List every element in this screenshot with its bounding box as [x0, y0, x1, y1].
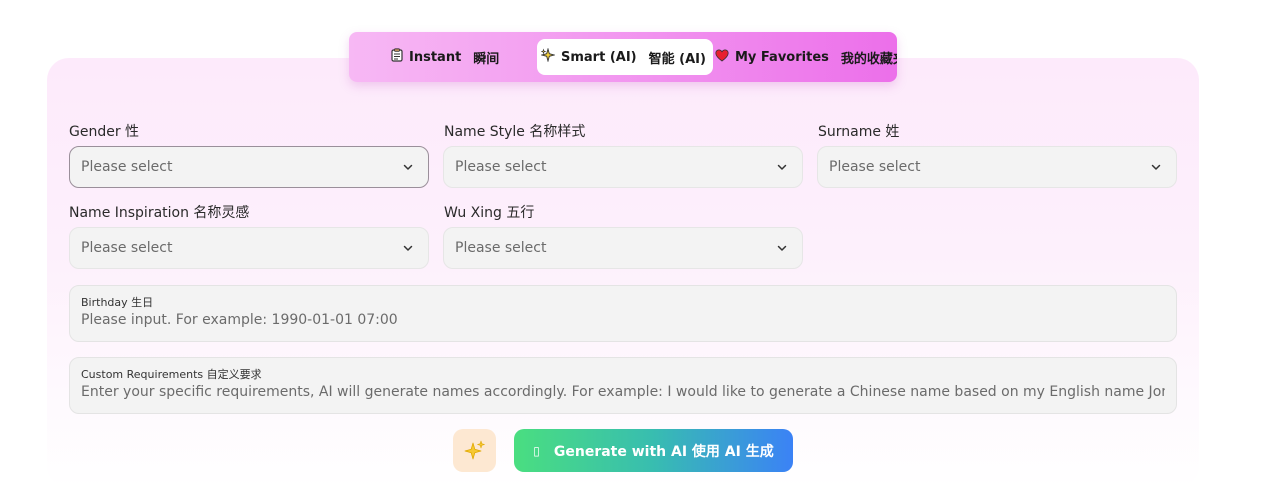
birthday-placeholder: Please input. For example: 1990-01-01 07…	[81, 312, 398, 328]
name-style-select[interactable]: Please select	[443, 146, 803, 188]
custom-requirements-label: Custom Requirements 自定义要求	[81, 368, 262, 381]
tab-smart[interactable]: Smart (AI) 智能 (AI)	[537, 39, 713, 75]
chevron-down-icon	[777, 245, 787, 251]
name-inspiration-select-value: Please select	[81, 240, 173, 256]
chevron-down-icon	[777, 164, 787, 170]
name-inspiration-select[interactable]: Please select	[69, 227, 429, 269]
name-inspiration-label: Name Inspiration 名称灵感	[69, 205, 250, 221]
tab-favorites[interactable]: My Favorites 我的收藏夹	[715, 39, 897, 75]
surname-select-value: Please select	[829, 159, 921, 175]
generate-button-label: Generate with AI 使用 AI 生成	[553, 443, 774, 460]
generator-card	[47, 58, 1199, 488]
gender-select[interactable]: Please select	[69, 146, 429, 188]
sparkle-icon	[540, 47, 556, 66]
tab-instant[interactable]: Instant 瞬间	[391, 39, 499, 75]
name-style-label: Name Style 名称样式	[444, 124, 586, 140]
generate-icon: ▯	[533, 443, 540, 458]
chevron-down-icon	[1151, 164, 1161, 170]
birthday-label: Birthday 生日	[81, 296, 154, 309]
gender-label: Gender 性	[69, 124, 140, 140]
sparkles-icon	[464, 440, 485, 459]
birthday-input[interactable]: Birthday 生日 Please input. For example: 1…	[69, 285, 1177, 342]
wu-xing-select[interactable]: Please select	[443, 227, 803, 269]
sparkles-button[interactable]	[453, 429, 496, 472]
generate-with-ai-button[interactable]: ▯ Generate with AI 使用 AI 生成	[514, 429, 793, 472]
tab-smart-label: Smart (AI)	[561, 49, 637, 65]
custom-requirements-placeholder: Enter your specific requirements, AI wil…	[81, 384, 1165, 400]
name-style-select-value: Please select	[455, 159, 547, 175]
tab-favorites-label-cn: 我的收藏夹	[840, 51, 897, 67]
surname-label: Surname 姓	[818, 124, 900, 140]
tab-favorites-label: My Favorites	[735, 49, 829, 65]
wu-xing-label: Wu Xing 五行	[444, 205, 535, 221]
tab-smart-label-cn: 智能 (AI)	[648, 51, 706, 67]
tab-instant-label-cn: 瞬间	[473, 51, 500, 67]
chevron-down-icon	[403, 245, 413, 251]
surname-select[interactable]: Please select	[817, 146, 1177, 188]
clipboard-icon	[391, 48, 403, 66]
wu-xing-select-value: Please select	[455, 240, 547, 256]
heart-icon	[715, 48, 729, 66]
custom-requirements-input[interactable]: Custom Requirements 自定义要求 Enter your spe…	[69, 357, 1177, 414]
tab-instant-label: Instant	[409, 49, 462, 65]
mode-tabs: Instant 瞬间 Smart (AI) 智能 (AI) My Favorit…	[349, 32, 897, 82]
chevron-down-icon	[403, 164, 413, 170]
gender-select-value: Please select	[81, 159, 173, 175]
